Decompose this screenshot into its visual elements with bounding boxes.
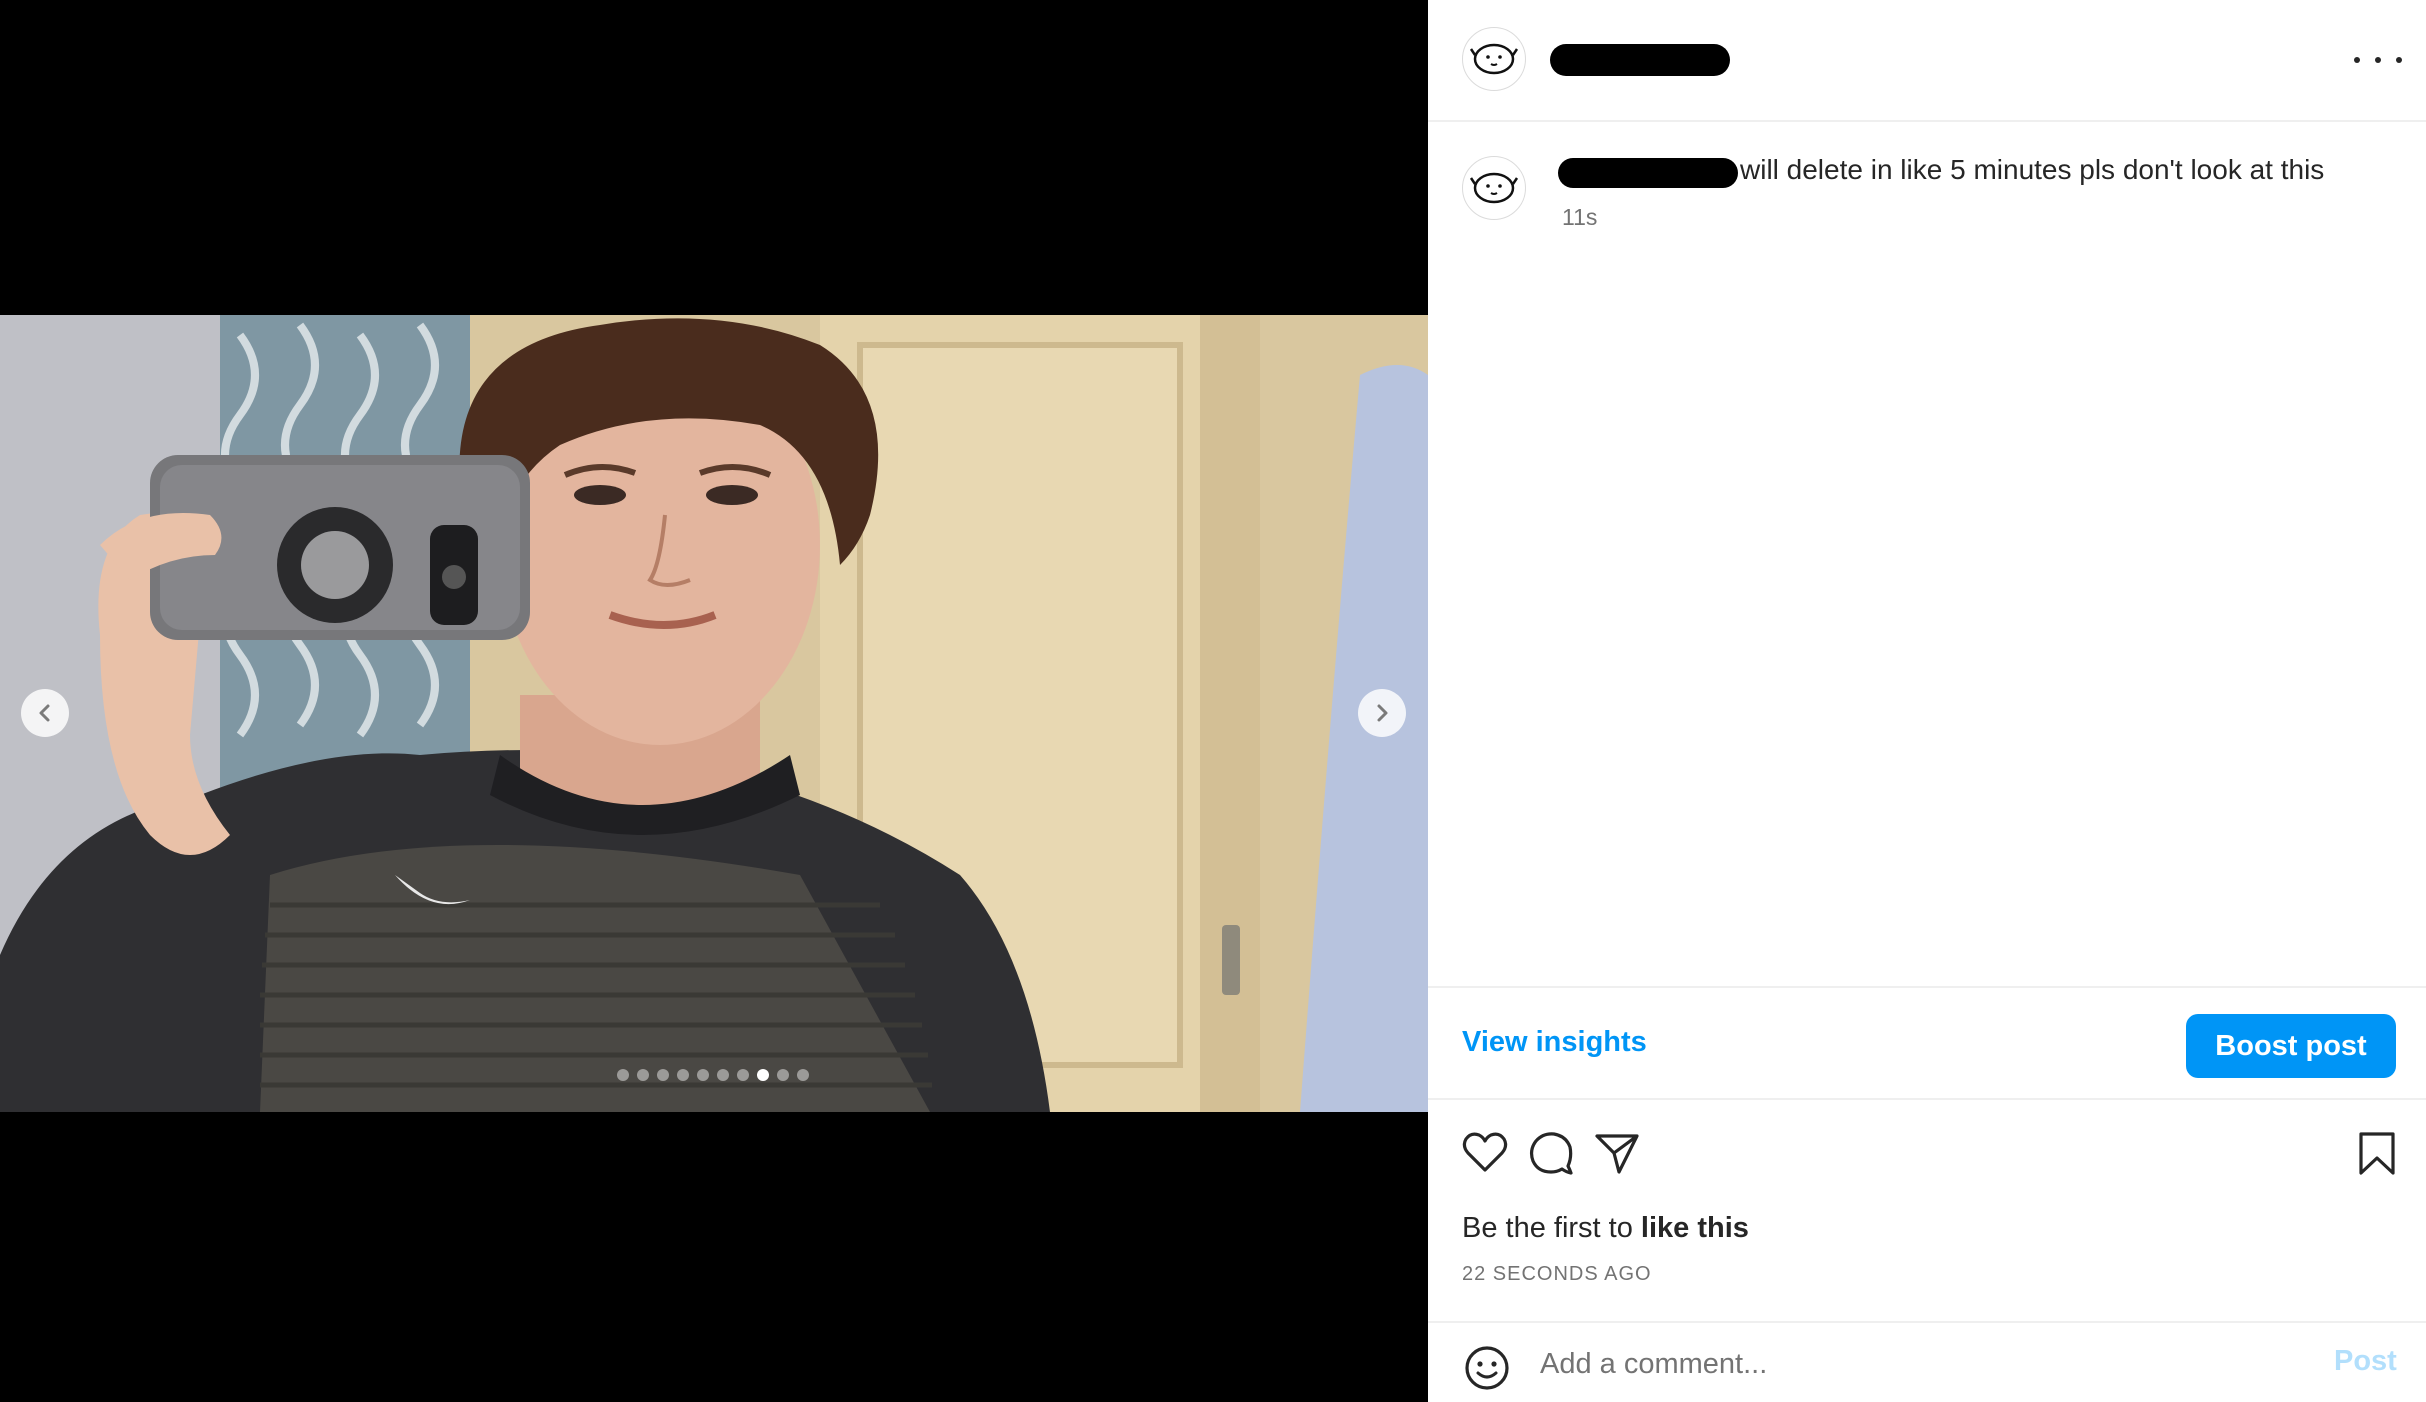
caption-timestamp[interactable]: 11s: [1562, 204, 1597, 231]
slide-dot: [717, 1069, 729, 1081]
likes-summary: Be the first to like this: [1462, 1212, 1749, 1245]
chevron-left-icon: [39, 704, 50, 722]
insights-bar: View insights Boost post: [1428, 986, 2426, 1100]
caption-author-avatar[interactable]: [1462, 156, 1526, 220]
post-time-ago[interactable]: 22 SECONDS AGO: [1462, 1263, 1652, 1286]
more-options-button[interactable]: [2354, 44, 2402, 76]
post-viewer: will delete in like 5 minutes pls don't …: [0, 0, 2426, 1402]
chevron-right-icon: [1377, 704, 1388, 722]
selfie-image: [0, 315, 1428, 1112]
caption-text: will delete in like 5 minutes pls don't …: [1740, 154, 2325, 185]
caption-section: will delete in like 5 minutes pls don't …: [1428, 122, 2426, 986]
post-actions: Be the first to like this 22 SECONDS AGO: [1428, 1100, 2426, 1320]
more-icon: [2375, 57, 2381, 63]
bookmark-icon[interactable]: [2352, 1128, 2402, 1178]
post-comment-button[interactable]: Post: [2334, 1345, 2397, 1378]
redacted-caption-username: [1558, 158, 1738, 188]
post-details-panel: will delete in like 5 minutes pls don't …: [1428, 0, 2426, 1402]
media-viewer: [0, 0, 1428, 1402]
comment-icon[interactable]: [1526, 1128, 1576, 1178]
next-slide-button[interactable]: [1358, 689, 1406, 737]
previous-slide-button[interactable]: [21, 689, 69, 737]
slide-dot: [797, 1069, 809, 1081]
view-insights-link[interactable]: View insights: [1462, 1026, 1647, 1059]
boost-post-button[interactable]: Boost post: [2186, 1014, 2396, 1078]
like-this-link[interactable]: like this: [1641, 1212, 1749, 1244]
slide-dot: [777, 1069, 789, 1081]
author-avatar[interactable]: [1462, 27, 1526, 91]
slide-dot: [737, 1069, 749, 1081]
slide-dot: [637, 1069, 649, 1081]
more-icon: [2354, 57, 2360, 63]
avatar-doodle-icon: [1469, 172, 1519, 204]
slide-dot: [677, 1069, 689, 1081]
comment-bar: Post: [1428, 1321, 2426, 1402]
more-icon: [2396, 57, 2402, 63]
slide-indicator: [617, 1069, 809, 1081]
comment-input[interactable]: [1538, 1341, 2242, 1387]
redacted-username: [1550, 44, 1730, 76]
post-photo: [0, 315, 1428, 1112]
emoji-icon[interactable]: [1462, 1343, 1512, 1393]
slide-dot-active: [757, 1069, 769, 1081]
slide-dot: [657, 1069, 669, 1081]
avatar-doodle-icon: [1469, 43, 1519, 75]
share-icon[interactable]: [1592, 1128, 1642, 1178]
heart-icon[interactable]: [1460, 1128, 1510, 1178]
post-header: [1428, 0, 2426, 122]
slide-dot: [697, 1069, 709, 1081]
likes-prefix: Be the first to: [1462, 1212, 1641, 1244]
slide-dot: [617, 1069, 629, 1081]
